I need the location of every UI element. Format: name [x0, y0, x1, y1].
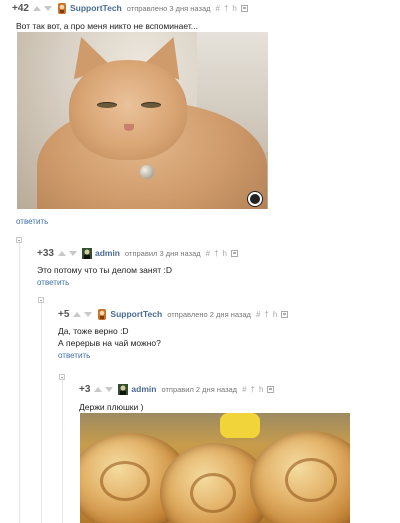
thread-line	[41, 301, 42, 523]
comment-2: +33 admin отправил 3 дня назад # † h Это…	[37, 246, 238, 287]
thread-line	[19, 241, 20, 523]
upvote-arrow-icon[interactable]	[57, 250, 66, 256]
reply-link[interactable]: ответить	[37, 278, 238, 287]
downvote-arrow-icon[interactable]	[105, 386, 114, 392]
downvote-arrow-icon[interactable]	[84, 311, 93, 317]
collapse-icon[interactable]	[59, 374, 65, 380]
comment-text: А перерыв на чай можно?	[58, 338, 161, 348]
comment-text: Да, тоже верно :D	[58, 326, 129, 336]
branch-icon[interactable]: h	[273, 310, 277, 319]
timestamp: отправлено 3 дня назад	[126, 3, 211, 13]
link-icon[interactable]: #	[256, 310, 260, 319]
timestamp: отправлено 2 дня назад	[167, 309, 251, 319]
comment-header: +5 SupportTech отправлено 2 дня назад # …	[58, 307, 289, 321]
rating: +42	[12, 2, 29, 14]
save-icon[interactable]	[281, 310, 289, 318]
timestamp: отправил 2 дня назад	[161, 384, 238, 394]
save-icon[interactable]	[267, 385, 275, 393]
collapse-icon[interactable]	[38, 297, 44, 303]
link-icon[interactable]: #	[242, 385, 246, 394]
comment-4: +3 admin отправил 2 дня назад # † h Держ…	[79, 382, 275, 413]
downvote-arrow-icon[interactable]	[68, 250, 77, 256]
upvote-arrow-icon[interactable]	[73, 311, 82, 317]
parent-icon[interactable]: †	[264, 310, 268, 319]
avatar	[118, 383, 129, 395]
upvote-arrow-icon[interactable]	[32, 5, 41, 11]
branch-icon[interactable]: h	[223, 249, 227, 258]
comment-text: Вот так вот, а про меня никто не вспомин…	[16, 21, 198, 31]
timestamp: отправил 3 дня назад	[125, 248, 201, 258]
downvote-arrow-icon[interactable]	[43, 5, 52, 11]
comment-3: +5 SupportTech отправлено 2 дня назад # …	[58, 307, 289, 360]
comment-1: +42 SupportTech отправлено 3 дня назад #…	[12, 1, 248, 32]
reply-link[interactable]: ответить	[58, 351, 288, 360]
avatar	[81, 247, 92, 259]
parent-icon[interactable]: †	[251, 385, 255, 394]
link-icon[interactable]: #	[206, 249, 210, 258]
parent-icon[interactable]: †	[224, 4, 228, 13]
branch-icon[interactable]: h	[259, 385, 263, 394]
upvote-arrow-icon[interactable]	[94, 386, 103, 392]
collapse-icon[interactable]	[16, 237, 22, 243]
link-icon[interactable]: #	[216, 4, 220, 13]
save-icon[interactable]	[230, 249, 238, 257]
comment-header: +42 SupportTech отправлено 3 дня назад #…	[12, 1, 248, 15]
pastry-image[interactable]	[80, 413, 350, 523]
author-link[interactable]: admin	[95, 248, 120, 258]
save-icon[interactable]	[240, 4, 248, 12]
avatar	[97, 308, 107, 320]
comment-header: +3 admin отправил 2 дня назад # † h	[79, 382, 275, 396]
thread-line	[62, 378, 63, 523]
avatar	[57, 2, 67, 14]
branch-icon[interactable]: h	[232, 4, 236, 13]
gif-play-icon[interactable]	[248, 192, 262, 206]
author-link[interactable]: SupportTech	[70, 3, 122, 13]
comment-text: Это потому что ты делом занят :D	[37, 265, 172, 275]
comment-header: +33 admin отправил 3 дня назад # † h	[37, 246, 238, 260]
author-link[interactable]: SupportTech	[110, 309, 162, 319]
author-link[interactable]: admin	[131, 384, 156, 394]
rating: +33	[37, 247, 54, 259]
rating: +5	[58, 308, 70, 320]
cat-image[interactable]	[17, 32, 268, 209]
parent-icon[interactable]: †	[214, 249, 218, 258]
rating: +3	[79, 383, 91, 395]
comment-text: Держи плюшки )	[79, 402, 144, 412]
reply-link[interactable]: ответить	[16, 217, 48, 226]
